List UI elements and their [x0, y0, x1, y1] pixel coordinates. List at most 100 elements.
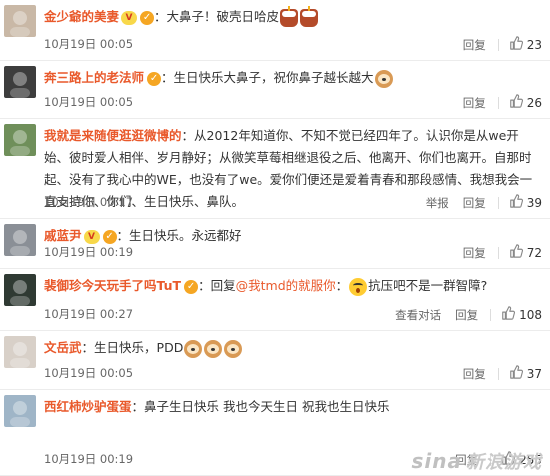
- username-link[interactable]: 奔三路上的老法师: [44, 70, 144, 85]
- comment-item: 戚蓝尹 V ✓ ：生日快乐。永远都好 10月19日 00:19 回复 72: [0, 219, 550, 269]
- comment-text: 西红柿炒驴蛋蛋：鼻子生日快乐 我也今天生日 祝我也生日快乐: [44, 396, 542, 418]
- comment-body: 文岳武：生日快乐，PDD: [44, 337, 542, 359]
- like-count: 72: [526, 245, 542, 260]
- avatar[interactable]: [4, 336, 36, 368]
- member-badge-icon: ✓: [140, 10, 155, 25]
- reply-button[interactable]: 回复: [463, 95, 486, 111]
- like-button[interactable]: 26: [509, 94, 542, 111]
- comment-meta: 10月19日 00:05 回复 23: [44, 36, 542, 54]
- comment-text: 文岳武：生日快乐，PDD: [44, 337, 542, 359]
- vip-icon: V: [83, 229, 100, 244]
- shock-emoji-icon: [349, 277, 368, 296]
- reply-prefix: 回复: [210, 278, 236, 293]
- comment-item: 文岳武：生日快乐，PDD 10月19日 00:05 回复 37: [0, 331, 550, 390]
- reply-button[interactable]: 回复: [455, 307, 478, 323]
- like-button[interactable]: 72: [509, 244, 542, 261]
- comment-body: 金少爺的美妻 V ✓ ：大鼻子！破壳日哈皮: [44, 5, 542, 28]
- comment-body: 奔三路上的老法师 ✓ ：生日快乐大鼻子，祝你鼻子越长越大: [44, 67, 542, 89]
- divider: [497, 38, 499, 51]
- colon: ：: [181, 128, 195, 143]
- username-link[interactable]: 裴御珍今天玩手了吗TuT: [44, 278, 181, 293]
- divider: [497, 96, 499, 109]
- reply-button[interactable]: 回复: [463, 195, 486, 211]
- comment-body: 裴御珍今天玩手了吗TuT ✓ ：回复@我tmd的就服你： 抗压吧不是一群智障?: [44, 275, 542, 297]
- avatar[interactable]: [4, 274, 36, 306]
- reply-to-link[interactable]: @我tmd的就服你: [236, 278, 336, 293]
- comment-actions: 举报 回复 39: [412, 194, 542, 211]
- colon: ：: [116, 228, 130, 243]
- comment-item: 奔三路上的老法师 ✓ ：生日快乐大鼻子，祝你鼻子越长越大 10月19日 00:05 回复…: [0, 61, 550, 119]
- username-link[interactable]: 我就是来随便逛逛微博的: [44, 128, 182, 143]
- thumbs-up-icon: [501, 306, 519, 323]
- like-button[interactable]: 39: [509, 194, 542, 211]
- comment-item: 裴御珍今天玩手了吗TuT ✓ ：回复@我tmd的就服你： 抗压吧不是一群智障? 10月1…: [0, 269, 550, 331]
- member-badge-icon: ✓: [102, 229, 117, 244]
- comment-actions: 回复 72: [449, 244, 542, 261]
- dog-emoji-icon: [374, 69, 393, 88]
- thumbs-up-icon: [509, 365, 527, 382]
- avatar[interactable]: [4, 395, 36, 427]
- username-link[interactable]: 西红柿炒驴蛋蛋: [44, 399, 132, 414]
- like-button[interactable]: 37: [509, 365, 542, 382]
- comment-text: 奔三路上的老法师 ✓ ：生日快乐大鼻子，祝你鼻子越长越大: [44, 67, 542, 89]
- thumbs-up-icon: [509, 194, 527, 211]
- comment-date: 10月19日 00:19: [44, 245, 134, 259]
- like-count: 26: [526, 95, 542, 110]
- colon: ：: [198, 278, 211, 293]
- comment-content: 生日快乐，PDD: [94, 340, 184, 355]
- report-button[interactable]: 举报: [426, 195, 449, 211]
- comment-item: 金少爺的美妻 V ✓ ：大鼻子！破壳日哈皮 10月19日 00:05 回复 23: [0, 0, 550, 61]
- avatar[interactable]: [4, 66, 36, 98]
- username-link[interactable]: 文岳武: [44, 340, 82, 355]
- thumbs-up-icon: [509, 244, 527, 261]
- comment-text: 裴御珍今天玩手了吗TuT ✓ ：回复@我tmd的就服你： 抗压吧不是一群智障?: [44, 275, 542, 297]
- member-badge-icon: ✓: [184, 279, 199, 294]
- sina-logo: sina: [411, 449, 462, 473]
- reply-button[interactable]: 回复: [463, 37, 486, 53]
- comment-date: 10月19日 00:17: [44, 195, 134, 209]
- like-count: 39: [526, 195, 542, 210]
- comment-content: 生日快乐。永远都好: [129, 228, 242, 243]
- comment-date: 10月19日 00:05: [44, 366, 134, 380]
- comment-meta: 10月19日 00:05 回复 37: [44, 365, 542, 383]
- view-conversation-button[interactable]: 查看对话: [395, 307, 441, 323]
- colon: ：: [81, 340, 95, 355]
- dog-emoji-icon: [184, 339, 203, 358]
- like-count: 108: [519, 307, 542, 322]
- colon: ：: [154, 9, 167, 24]
- member-badge-icon: ✓: [147, 71, 162, 86]
- avatar[interactable]: [4, 224, 36, 256]
- username-link[interactable]: 戚蓝尹: [44, 228, 82, 243]
- watermark-text: 新浪游戏: [466, 452, 542, 473]
- username-link[interactable]: 金少爺的美妻: [44, 9, 119, 24]
- comment-actions: 回复 23: [449, 36, 542, 53]
- avatar[interactable]: [4, 124, 36, 156]
- comment-meta: 10月19日 00:17 举报 回复 39: [44, 194, 542, 212]
- colon: ：: [335, 278, 349, 293]
- comment-actions: 回复 26: [449, 94, 542, 111]
- like-count: 37: [526, 366, 542, 381]
- thumbs-up-icon: [509, 36, 527, 53]
- comment-content: 大鼻子！破壳日哈皮: [166, 9, 280, 24]
- divider: [490, 308, 492, 321]
- reply-button[interactable]: 回复: [463, 366, 486, 382]
- like-count: 23: [526, 37, 542, 52]
- comment-text: 金少爺的美妻 V ✓ ：大鼻子！破壳日哈皮: [44, 5, 542, 28]
- comment-content: 生日快乐大鼻子，祝你鼻子越长越大: [173, 70, 374, 85]
- comment-meta: 10月19日 00:27 查看对话 回复 108: [44, 306, 542, 324]
- reply-button[interactable]: 回复: [463, 245, 486, 261]
- comment-body: 西红柿炒驴蛋蛋：鼻子生日快乐 我也今天生日 祝我也生日快乐: [44, 396, 542, 418]
- colon: ：: [161, 70, 174, 85]
- like-button[interactable]: 23: [509, 36, 542, 53]
- comment-content: 抗压吧不是一群智障?: [368, 278, 488, 293]
- comment-date: 10月19日 00:19: [44, 452, 134, 466]
- divider: [497, 367, 499, 380]
- like-button[interactable]: 108: [501, 306, 542, 323]
- divider: [497, 246, 499, 259]
- thumbs-up-icon: [509, 94, 527, 111]
- avatar[interactable]: [4, 5, 36, 37]
- vip-icon: V: [121, 10, 138, 25]
- comment-actions: 查看对话 回复 108: [381, 306, 542, 323]
- comment-item: 我就是来随便逛逛微博的：从2012年知道你、不知不觉已经四年了。认识你是从we开…: [0, 119, 550, 219]
- comment-meta: 10月19日 00:05 回复 26: [44, 94, 542, 112]
